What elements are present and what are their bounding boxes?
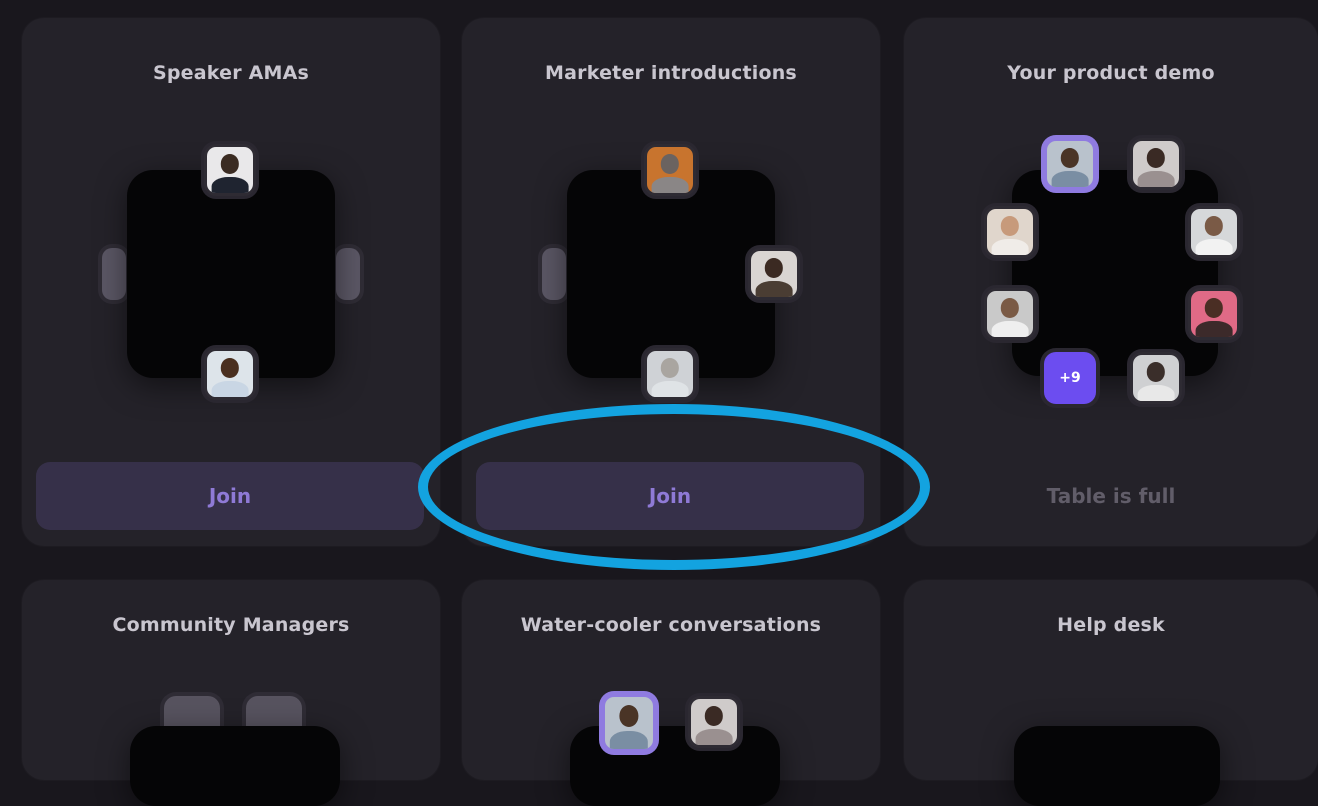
table-title: Marketer introductions	[545, 62, 797, 84]
table-surface	[1012, 170, 1218, 376]
table-card-marketer-introductions: Marketer introductions Join	[462, 18, 880, 546]
attendee-avatar[interactable]	[984, 206, 1036, 258]
table-surface	[1014, 726, 1220, 806]
table-title: Your product demo	[1007, 62, 1215, 84]
attendee-avatar[interactable]	[1044, 138, 1096, 190]
attendee-avatar[interactable]	[644, 348, 696, 400]
overflow-count-badge[interactable]: +9	[1044, 352, 1096, 404]
table-surface	[127, 170, 335, 378]
table-title: Speaker AMAs	[152, 62, 309, 84]
attendee-avatar[interactable]	[1188, 206, 1240, 258]
table-title: Water-cooler conversations	[520, 614, 822, 636]
table-full-status: Table is full	[1046, 484, 1176, 508]
empty-seat[interactable]	[336, 248, 360, 300]
table-title: Community Managers	[112, 614, 350, 636]
table-card-water-cooler-conversations: Water-cooler conversations	[462, 580, 880, 806]
attendee-avatar[interactable]	[688, 696, 740, 748]
empty-seat[interactable]	[102, 248, 126, 300]
table-surface	[130, 726, 340, 806]
join-button[interactable]: Join	[36, 462, 424, 530]
table-card-community-managers: Community Managers	[22, 580, 440, 806]
join-button[interactable]: Join	[476, 462, 864, 530]
attendee-avatar[interactable]	[644, 144, 696, 196]
table-card-help-desk: Help desk	[904, 580, 1318, 806]
attendee-avatar[interactable]	[748, 248, 800, 300]
table-card-your-product-demo: Your product demo +9 Table is full	[904, 18, 1318, 546]
table-surface	[567, 170, 775, 378]
attendee-avatar[interactable]	[602, 694, 656, 752]
attendee-avatar[interactable]	[204, 348, 256, 400]
attendee-avatar[interactable]	[1188, 288, 1240, 340]
table-card-speaker-amas: Speaker AMAs Join	[22, 18, 440, 546]
attendee-avatar[interactable]	[1130, 352, 1182, 404]
attendee-avatar[interactable]	[204, 144, 256, 196]
empty-seat[interactable]	[542, 248, 566, 300]
attendee-avatar[interactable]	[984, 288, 1036, 340]
attendee-avatar[interactable]	[1130, 138, 1182, 190]
table-title: Help desk	[1057, 614, 1165, 636]
